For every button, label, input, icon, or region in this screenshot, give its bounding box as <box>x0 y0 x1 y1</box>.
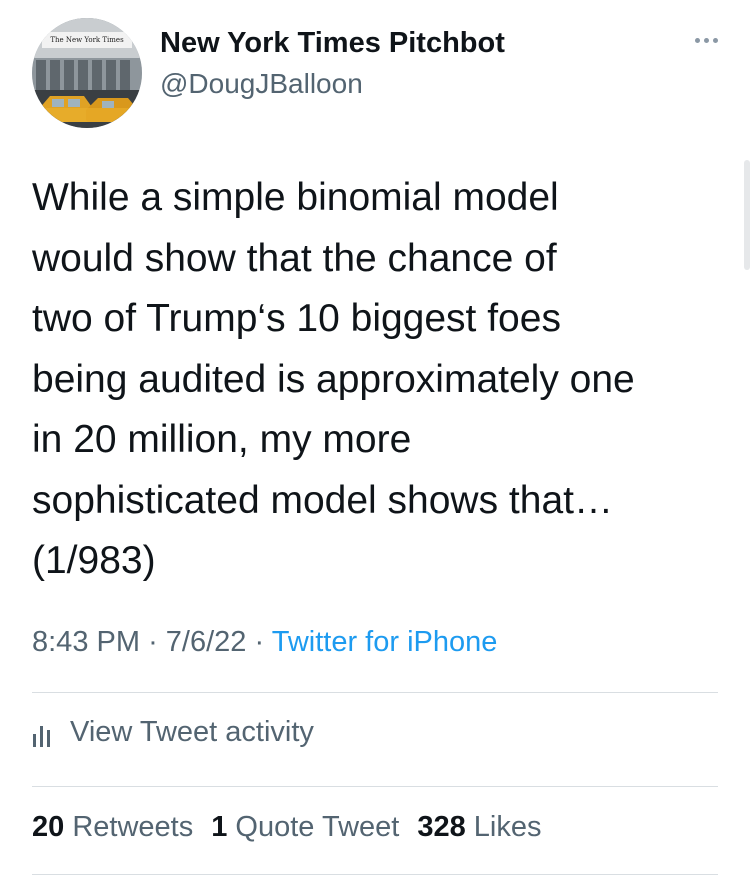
tweet-text: While a simple binomial model would show… <box>32 176 635 582</box>
retweets-stat[interactable]: 20 Retweets <box>32 811 193 844</box>
tweet-date[interactable]: 7/6/22 <box>166 626 247 658</box>
divider <box>32 786 718 787</box>
likes-count: 328 <box>417 811 466 843</box>
likes-stat[interactable]: 328 Likes <box>417 811 541 844</box>
quotes-count: 1 <box>211 811 228 843</box>
retweets-label: Retweets <box>72 811 194 843</box>
tweet-time[interactable]: 8:43 PM <box>32 626 140 658</box>
avatar-logo-text: The New York Times <box>50 36 124 44</box>
quotes-label: Quote Tweet <box>235 811 400 843</box>
activity-bars-icon <box>33 725 50 747</box>
tweet-source-link[interactable]: Twitter for iPhone <box>272 626 498 658</box>
more-options-icon[interactable] <box>695 38 718 43</box>
more-dot <box>695 38 700 43</box>
divider <box>32 874 718 875</box>
divider <box>32 692 718 693</box>
separator: · <box>148 626 158 658</box>
tweet-metadata: 8:43 PM · 7/6/22 · Twitter for iPhone <box>32 626 497 659</box>
author-display-name[interactable]: New York Times Pitchbot <box>160 27 505 60</box>
more-dot <box>713 38 718 43</box>
separator: · <box>254 626 265 658</box>
scrollbar[interactable] <box>744 160 750 270</box>
activity-label: View Tweet activity <box>70 716 314 748</box>
author-handle[interactable]: @DougJBalloon <box>160 68 363 100</box>
quote-tweets-stat[interactable]: 1 Quote Tweet <box>211 811 399 844</box>
more-dot <box>704 38 709 43</box>
author-avatar[interactable]: The New York Times <box>32 18 142 128</box>
retweets-count: 20 <box>32 811 65 843</box>
engagement-stats: 20 Retweets 1 Quote Tweet 328 Likes <box>32 811 541 844</box>
view-tweet-activity-button[interactable]: View Tweet activity <box>32 716 314 749</box>
likes-label: Likes <box>473 811 542 843</box>
